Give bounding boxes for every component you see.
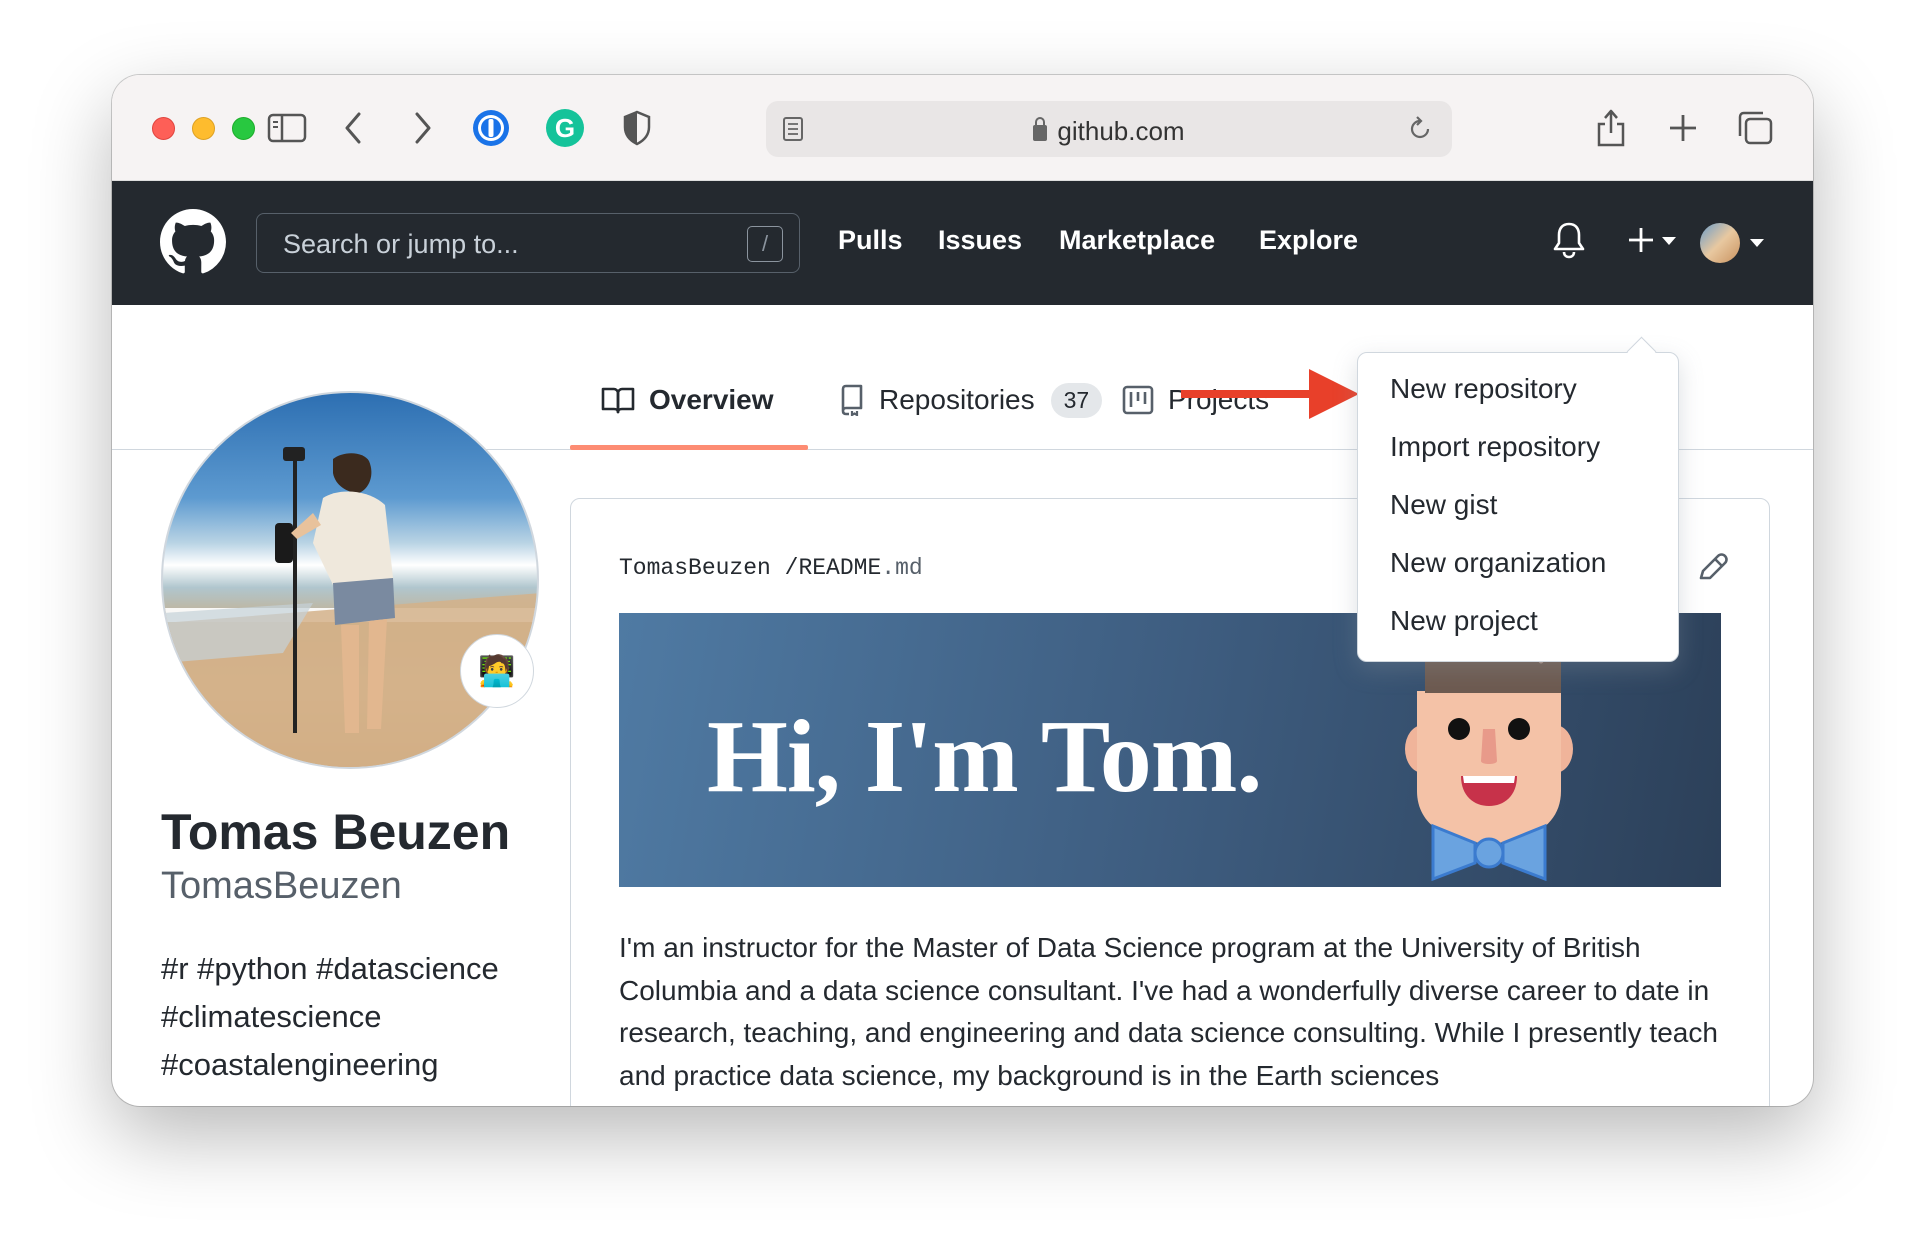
profile-name: Tomas Beuzen [161,804,511,860]
github-logo-icon[interactable] [160,209,226,275]
nav-explore[interactable]: Explore [1259,225,1358,256]
forward-icon[interactable] [400,105,446,151]
profile-photo[interactable] [161,391,539,769]
menu-item-new-repository[interactable]: New repository [1390,373,1577,405]
readme-path: TomasBeuzen /README.md [619,555,923,581]
create-new-button[interactable] [1626,225,1676,260]
svg-text:G: G [555,113,575,143]
readme-paragraph: I'm an instructor for the Master of Data… [619,932,1718,1091]
active-tab-indicator [570,445,808,450]
menu-item-import-repository[interactable]: Import repository [1390,431,1600,463]
user-avatar-menu[interactable] [1700,223,1740,263]
search-placeholder: Search or jump to... [283,229,519,259]
profile-photo-illustration [163,447,537,767]
close-window-button[interactable] [152,117,175,140]
menu-item-new-gist[interactable]: New gist [1390,489,1497,521]
tab-overview[interactable]: Overview [601,380,774,420]
new-tab-icon[interactable] [1660,105,1706,151]
menu-item-new-project[interactable]: New project [1390,605,1538,637]
search-shortcut-key: / [747,226,783,262]
nav-pulls[interactable]: Pulls [838,225,903,256]
cartoon-face-illustration [1405,631,1573,881]
url-display: github.com [766,116,1452,147]
search-input[interactable]: Search or jump to... / [256,213,800,273]
create-new-dropdown: New repository Import repository New gis… [1357,352,1679,662]
status-emoji: 🧑‍💻 [478,654,516,688]
plus-icon [1629,228,1653,252]
share-icon[interactable] [1588,105,1634,151]
status-badge[interactable]: 🧑‍💻 [460,634,534,708]
chevron-down-icon [1662,237,1676,245]
readme-path-separator: / [784,555,799,581]
bio-line: #climatescience [161,999,382,1034]
annotation-arrow-icon [1181,369,1359,419]
repositories-count-badge: 37 [1050,382,1103,418]
github-header: Search or jump to... / Pulls Issues Mark… [112,181,1813,305]
tab-overview-label: Overview [649,384,774,415]
reload-icon[interactable] [1406,115,1434,148]
readme-owner-link[interactable]: TomasBeuzen [619,555,771,581]
tab-repositories-label: Repositories [879,384,1035,415]
profile-bio: #r #python #datascience #climatescience … [161,945,561,1089]
grammarly-icon[interactable]: G [542,105,588,151]
bell-icon[interactable] [1552,221,1586,264]
browser-window: G github.com Search or jump to... / Pull… [112,75,1813,1106]
readme-file-ext[interactable]: .md [881,555,922,581]
tab-overview-icon[interactable] [1732,105,1778,151]
edit-pencil-icon[interactable] [1696,551,1728,588]
avatar-chevron-down-icon[interactable] [1750,239,1764,247]
project-icon [1122,385,1154,415]
menu-item-new-organization[interactable]: New organization [1390,547,1606,579]
lock-icon [1033,117,1048,141]
url-text: github.com [1057,116,1185,146]
book-icon [601,387,635,414]
privacy-shield-icon[interactable] [614,105,660,151]
sidebar-icon[interactable] [264,105,310,151]
bio-line: #coastalengineering [161,1047,439,1082]
repo-icon [841,384,863,416]
zoom-window-button[interactable] [232,117,255,140]
tab-repositories[interactable]: Repositories 37 [839,380,1103,420]
onepassword-icon[interactable] [468,105,514,151]
profile-login: TomasBeuzen [161,865,402,907]
nav-marketplace[interactable]: Marketplace [1059,225,1215,256]
nav-issues[interactable]: Issues [938,225,1022,256]
back-icon[interactable] [330,105,376,151]
readme-file-base[interactable]: README [798,555,881,581]
bio-line: #r #python #datascience [161,951,499,986]
address-bar[interactable]: github.com [766,101,1452,157]
browser-toolbar: G github.com [112,75,1813,181]
banner-title: Hi, I'm Tom. [707,699,1262,814]
minimize-window-button[interactable] [192,117,215,140]
